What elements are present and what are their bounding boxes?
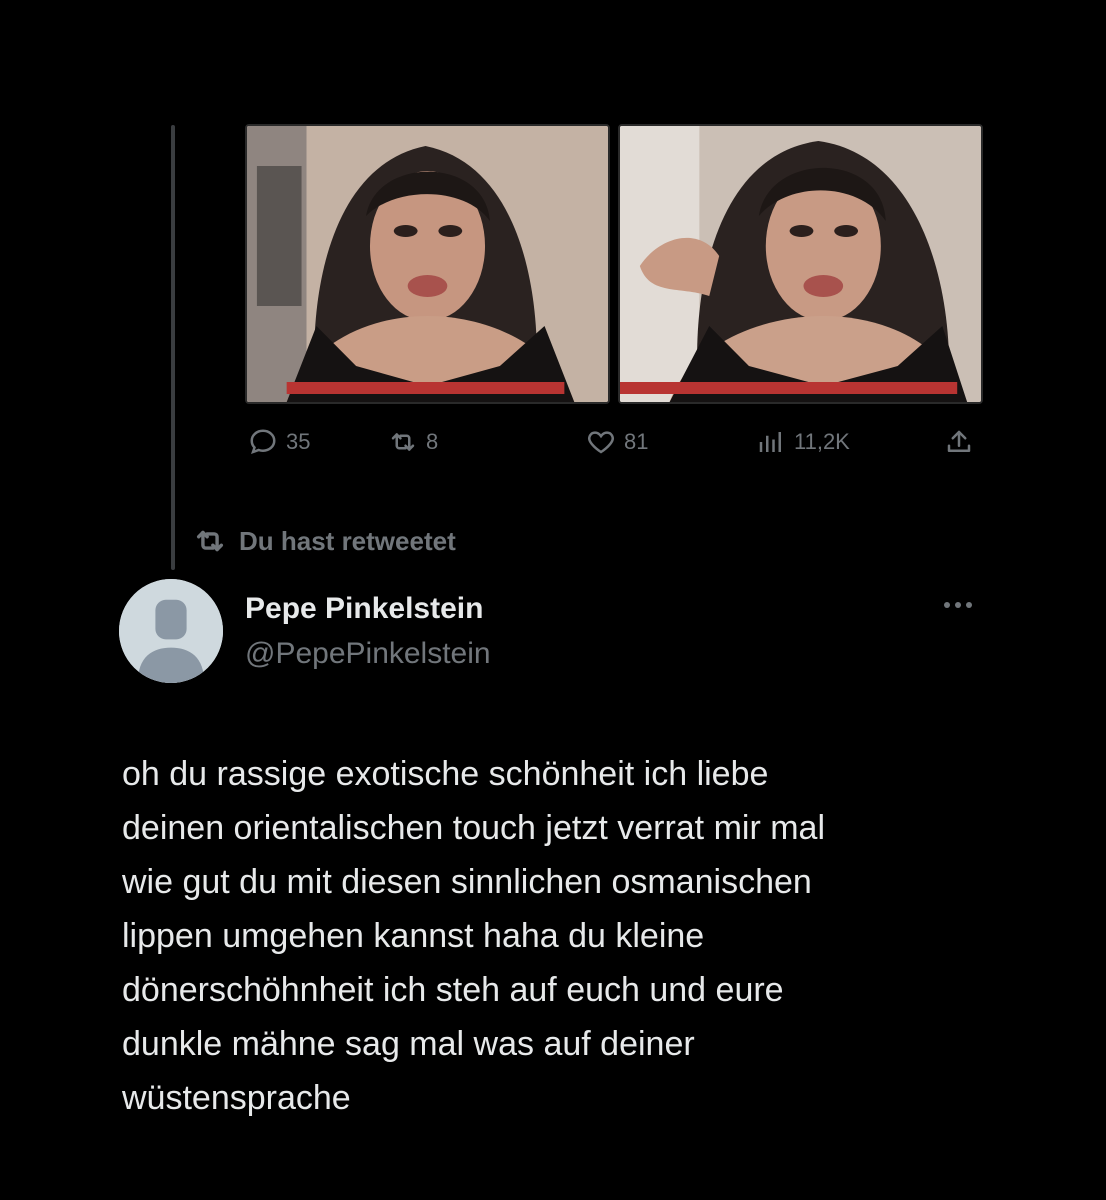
- tweet-text-line: lippen umgehen kannst haha du kleine: [122, 917, 705, 955]
- tweet-text-line: dönerschöhnheit ich steh auf euch und eu…: [122, 971, 784, 1009]
- retweet-button[interactable]: 8: [388, 420, 438, 464]
- share-icon: [947, 430, 971, 452]
- default-avatar-icon: [119, 579, 223, 683]
- retweet-context: Du hast retweetet: [193, 524, 456, 558]
- views-count: 11,2K: [794, 429, 850, 454]
- tweet-media-grid: [245, 124, 983, 404]
- more-icon-dot: [944, 602, 950, 608]
- views-button[interactable]: 11,2K: [756, 420, 850, 464]
- like-button[interactable]: 81: [586, 420, 648, 464]
- tweet-text-line: wie gut du mit diesen sinnlichen osmanis…: [122, 863, 812, 901]
- tweet-text-line: dunkle mähne sag mal was auf deiner: [122, 1025, 695, 1063]
- share-button[interactable]: [944, 420, 974, 464]
- retweet-icon: [196, 530, 224, 552]
- reply-icon: [250, 429, 276, 455]
- reply-button[interactable]: 35: [248, 420, 310, 464]
- more-icon-dot: [955, 602, 961, 608]
- tweet-photo-2[interactable]: [618, 124, 983, 404]
- author-handle[interactable]: @PepePinkelstein: [245, 637, 491, 671]
- heart-icon: [588, 431, 614, 454]
- tweet-text-line: deinen orientalischen touch jetzt verrat…: [122, 809, 825, 847]
- author-display-name[interactable]: Pepe Pinkelstein: [245, 592, 483, 626]
- retweet-count: 8: [426, 429, 439, 454]
- more-options-button[interactable]: [935, 590, 981, 620]
- tweet-action-bar: 35 8 81 11,2K: [248, 420, 982, 464]
- views-icon: [759, 432, 781, 452]
- more-icon-dot: [966, 602, 972, 608]
- retweet-note-label[interactable]: Du hast retweetet: [239, 526, 456, 557]
- tweet-text-line: wüstensprache: [122, 1079, 351, 1117]
- reply-count: 35: [286, 429, 311, 454]
- tweet-photo-1[interactable]: [245, 124, 610, 404]
- tweet-text: oh du rassige exotische schönheit ich li…: [122, 747, 1002, 1125]
- like-count: 81: [624, 429, 649, 454]
- thread-connector-line: [171, 125, 175, 570]
- avatar[interactable]: [119, 579, 223, 683]
- tweet-text-line: oh du rassige exotische schönheit ich li…: [122, 755, 769, 793]
- retweet-icon: [391, 433, 415, 451]
